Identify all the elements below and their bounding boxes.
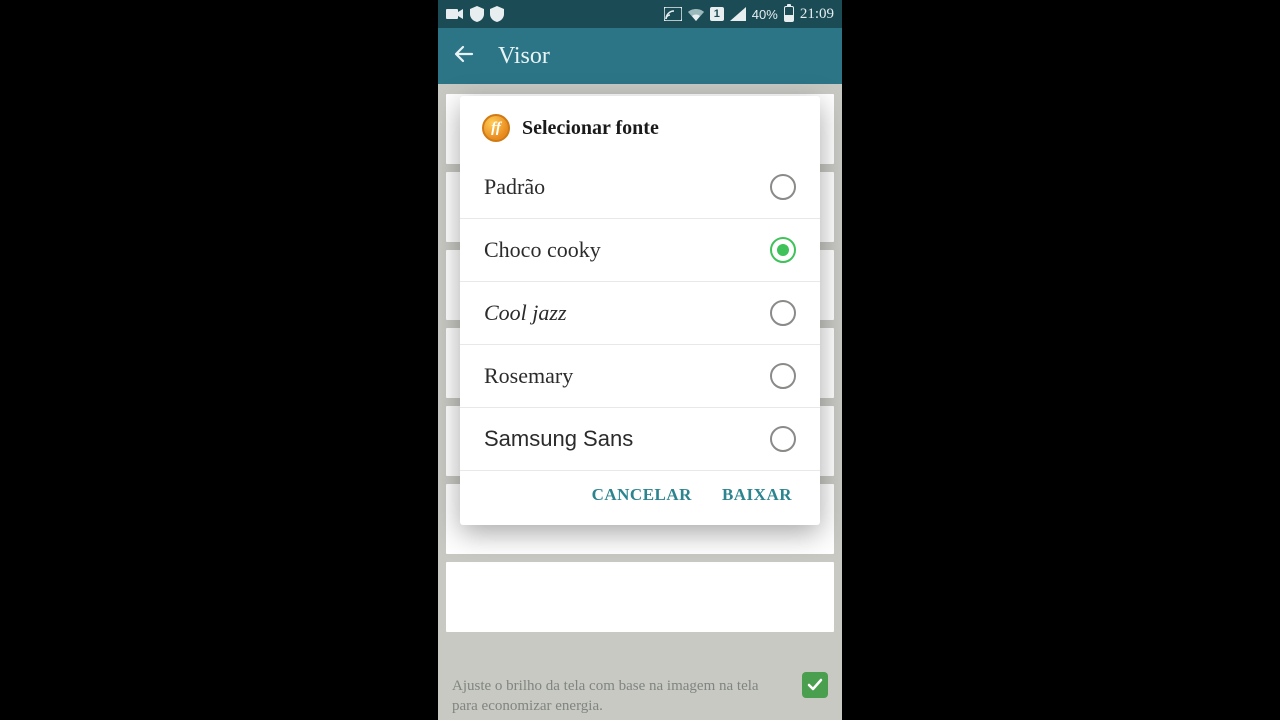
font-option-label: Rosemary (484, 363, 573, 389)
font-option-label: Cool jazz (484, 300, 567, 326)
font-option-label: Padrão (484, 174, 545, 200)
font-select-dialog: ff Selecionar fonte Padrão Choco cooky C… (460, 96, 820, 525)
flipfont-icon: ff (482, 114, 510, 142)
font-option-label: Samsung Sans (484, 426, 633, 452)
font-option-choco-cooky[interactable]: Choco cooky (460, 219, 820, 282)
radio-icon (770, 300, 796, 326)
font-option-samsung-sans[interactable]: Samsung Sans (460, 408, 820, 471)
font-option-padrao[interactable]: Padrão (460, 156, 820, 219)
dialog-header: ff Selecionar fonte (460, 96, 820, 156)
font-option-rosemary[interactable]: Rosemary (460, 345, 820, 408)
dialog-overlay: ff Selecionar fonte Padrão Choco cooky C… (438, 0, 842, 720)
radio-icon (770, 426, 796, 452)
radio-icon (770, 237, 796, 263)
radio-icon (770, 174, 796, 200)
dialog-actions: CANCELAR BAIXAR (460, 471, 820, 525)
phone-frame: 1 40% 21:09 Visor Ajuste o brilho da tel… (438, 0, 842, 720)
font-option-cool-jazz[interactable]: Cool jazz (460, 282, 820, 345)
download-button[interactable]: BAIXAR (722, 485, 792, 505)
dialog-title: Selecionar fonte (522, 117, 659, 140)
radio-icon (770, 363, 796, 389)
cancel-button[interactable]: CANCELAR (592, 485, 692, 505)
font-option-label: Choco cooky (484, 237, 601, 263)
